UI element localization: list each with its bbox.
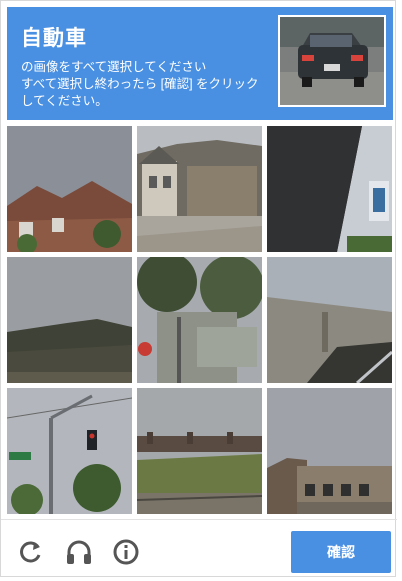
image-tile-9[interactable] <box>267 388 392 514</box>
challenge-footer: 確認 <box>1 519 397 578</box>
image-tile-6[interactable] <box>267 257 392 383</box>
instructions: の画像をすべて選択してください すべて選択し終わったら [確認] をクリック し… <box>21 59 271 110</box>
target-object-title: 自動車 <box>21 27 87 50</box>
headphones-icon[interactable] <box>65 538 93 566</box>
image-tile-8[interactable] <box>137 388 262 514</box>
image-tile-2[interactable] <box>137 126 262 252</box>
info-icon[interactable] <box>112 538 140 566</box>
instruction-line-2: すべて選択し終わったら [確認] をクリック <box>21 77 259 91</box>
image-tile-3[interactable] <box>267 126 392 252</box>
sample-car-image <box>278 15 386 107</box>
instruction-line-3: してください。 <box>21 94 108 108</box>
image-grid <box>7 126 393 514</box>
challenge-header: 自動車 の画像をすべて選択してください すべて選択し終わったら [確認] をクリ… <box>7 7 393 120</box>
image-tile-7[interactable] <box>7 388 132 514</box>
image-tile-4[interactable] <box>7 257 132 383</box>
reload-icon[interactable] <box>17 538 45 566</box>
instruction-line-1: の画像をすべて選択してください <box>21 60 207 74</box>
verify-button[interactable]: 確認 <box>291 531 391 573</box>
image-tile-1[interactable] <box>7 126 132 252</box>
captcha-challenge: 自動車 の画像をすべて選択してください すべて選択し終わったら [確認] をクリ… <box>0 0 397 578</box>
image-tile-5[interactable] <box>137 257 262 383</box>
